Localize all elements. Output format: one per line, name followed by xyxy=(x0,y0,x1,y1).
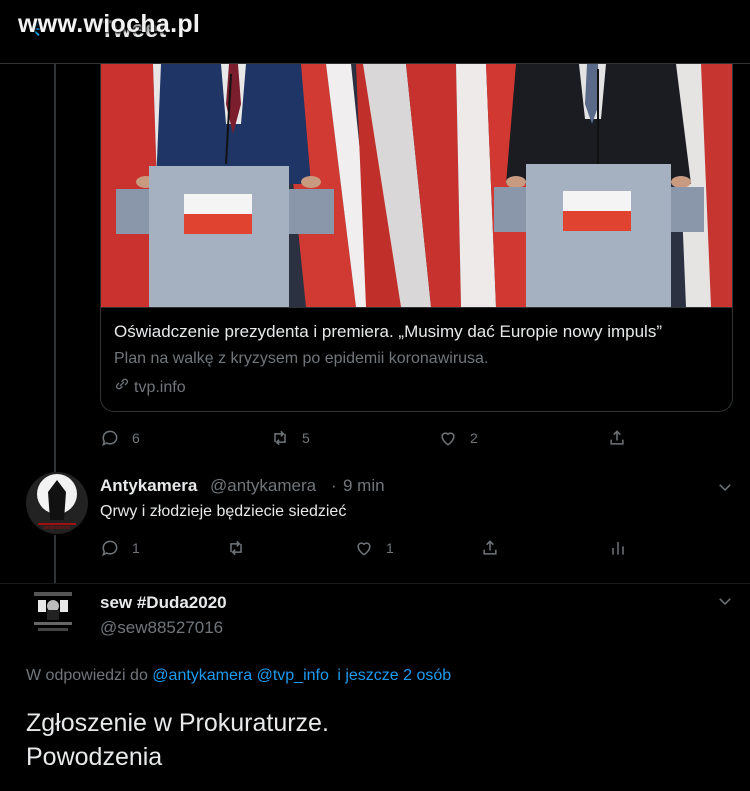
like-count: 2 xyxy=(470,430,478,446)
reply-context: W odpowiedzi do @antykamera @tvp_info i … xyxy=(26,667,451,685)
dot-separator: · xyxy=(331,476,337,495)
mention-link[interactable]: @tvp_info xyxy=(257,667,329,684)
link-preview-card[interactable]: Oświadczenie prezydenta i premiera. „Mus… xyxy=(100,64,733,412)
card-link[interactable]: tvp.info xyxy=(114,376,186,397)
card-image xyxy=(101,64,732,307)
retweet-button[interactable] xyxy=(226,537,258,559)
author-handle[interactable]: @antykamera xyxy=(210,476,316,496)
share-button[interactable] xyxy=(607,427,639,449)
reply-button[interactable]: 6 xyxy=(100,427,140,449)
card-description: Plan na walkę z kryzysem po epidemii kor… xyxy=(114,350,489,367)
retweet-icon xyxy=(274,430,286,446)
retweet-button[interactable]: 5 xyxy=(270,427,310,449)
divider xyxy=(0,583,750,584)
main-tweet-actions: 6 5 2 xyxy=(100,427,733,449)
avatar[interactable] xyxy=(26,590,80,638)
analytics-icon xyxy=(612,542,624,555)
chevron-down-icon[interactable] xyxy=(716,478,734,496)
reply-actions: 1 1 xyxy=(100,537,640,559)
reply-text: Qrwy i złodzieje będziecie siedzieć xyxy=(100,503,347,520)
analytics-button[interactable] xyxy=(608,537,640,559)
link-icon xyxy=(114,376,132,397)
share-icon xyxy=(483,540,497,555)
thread-line xyxy=(54,64,56,472)
reply-icon xyxy=(102,430,118,447)
author-name[interactable]: Antykamera xyxy=(100,476,197,496)
svg-text:antykamera: antykamera xyxy=(44,525,70,531)
reply-count: 6 xyxy=(132,430,140,446)
tweet-time[interactable]: 9 min xyxy=(343,476,385,496)
like-count: 1 xyxy=(386,540,394,556)
site-watermark: www.wiocha.pl xyxy=(18,10,201,38)
heart-icon xyxy=(441,432,455,446)
share-icon xyxy=(610,430,624,445)
tweet-text-line: Zgłoszenie w Prokuraturze. xyxy=(26,709,329,737)
reply-button[interactable]: 1 xyxy=(100,537,140,559)
author-name[interactable]: sew #Duda2020 xyxy=(100,593,227,613)
heart-icon xyxy=(357,542,371,556)
card-title: Oświadczenie prezydenta i premiera. „Mus… xyxy=(114,322,662,341)
reply-icon xyxy=(102,540,118,557)
like-button[interactable]: 1 xyxy=(354,537,394,559)
retweet-count: 5 xyxy=(302,430,310,446)
tweet-text: Zgłoszenie w Prokuraturze. Powodzenia xyxy=(26,706,329,774)
retweet-icon xyxy=(230,540,242,556)
author-handle[interactable]: @sew88527016 xyxy=(100,618,223,638)
avatar[interactable]: antykamera xyxy=(26,472,88,534)
chevron-down-icon[interactable] xyxy=(716,592,734,610)
tweet-header: Tweet www.wiocha.pl xyxy=(0,0,750,64)
thread-line xyxy=(54,535,56,583)
more-mentions-link[interactable]: i jeszcze 2 osób xyxy=(337,667,451,684)
tweet-text-line: Powodzenia xyxy=(26,743,163,771)
card-link-text: tvp.info xyxy=(134,379,186,396)
like-button[interactable]: 2 xyxy=(438,427,478,449)
share-button[interactable] xyxy=(480,537,512,559)
mention-link[interactable]: @antykamera xyxy=(152,667,252,684)
reply-context-prefix: W odpowiedzi do xyxy=(26,667,148,684)
reply-count: 1 xyxy=(132,540,140,556)
card-text-area[interactable]: Oświadczenie prezydenta i premiera. „Mus… xyxy=(101,307,732,411)
